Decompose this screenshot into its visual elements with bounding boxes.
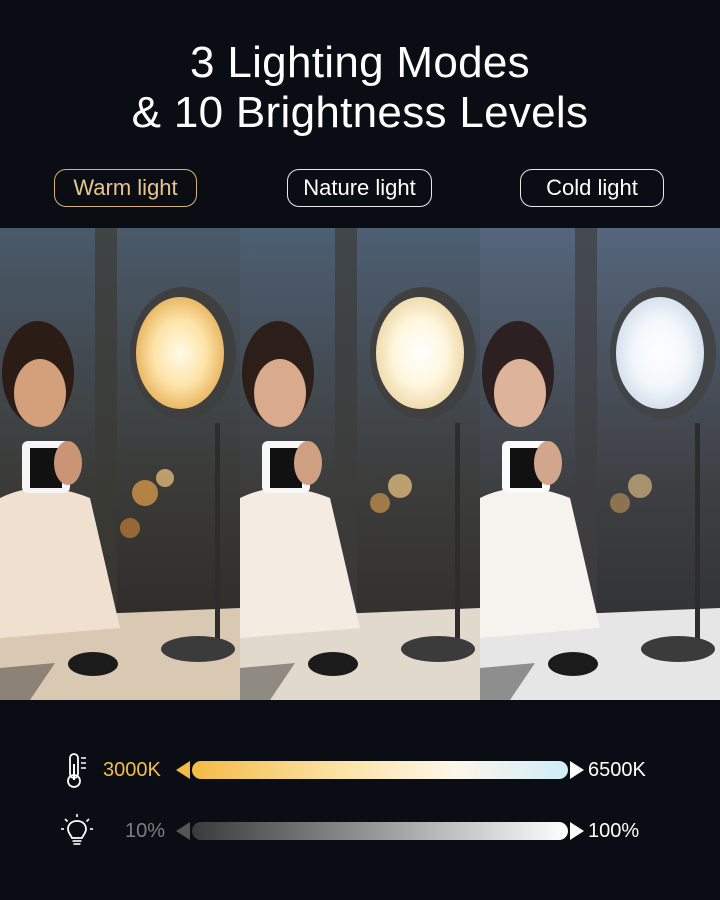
headline-line-1: 3 Lighting Modes xyxy=(190,38,530,87)
nature-light-label: Nature light xyxy=(287,169,432,207)
brightness-scale: 10% 100% xyxy=(0,813,720,849)
nature-light-photo xyxy=(240,228,480,700)
min-temperature-label: 3000K xyxy=(103,759,161,781)
cold-light-photo xyxy=(480,228,720,700)
warm-light-label: Warm light xyxy=(54,169,197,207)
headline: 3 Lighting Modes & 10 Brightness Levels xyxy=(0,38,720,138)
brightness-gradient-bar xyxy=(176,821,584,841)
warm-light-photo xyxy=(0,228,240,700)
cold-light-label: Cold light xyxy=(520,169,664,207)
color-temperature-scale: 3000K 6500K xyxy=(0,752,720,788)
lightbulb-icon xyxy=(60,813,94,849)
max-brightness-label: 100% xyxy=(588,820,640,842)
thermometer-icon xyxy=(60,752,94,788)
min-brightness-label: 10% xyxy=(125,820,166,842)
temperature-gradient-bar xyxy=(176,760,584,780)
max-temperature-label: 6500K xyxy=(588,759,646,781)
lighting-comparison-photos xyxy=(0,228,720,700)
headline-line-2: & 10 Brightness Levels xyxy=(131,88,589,137)
